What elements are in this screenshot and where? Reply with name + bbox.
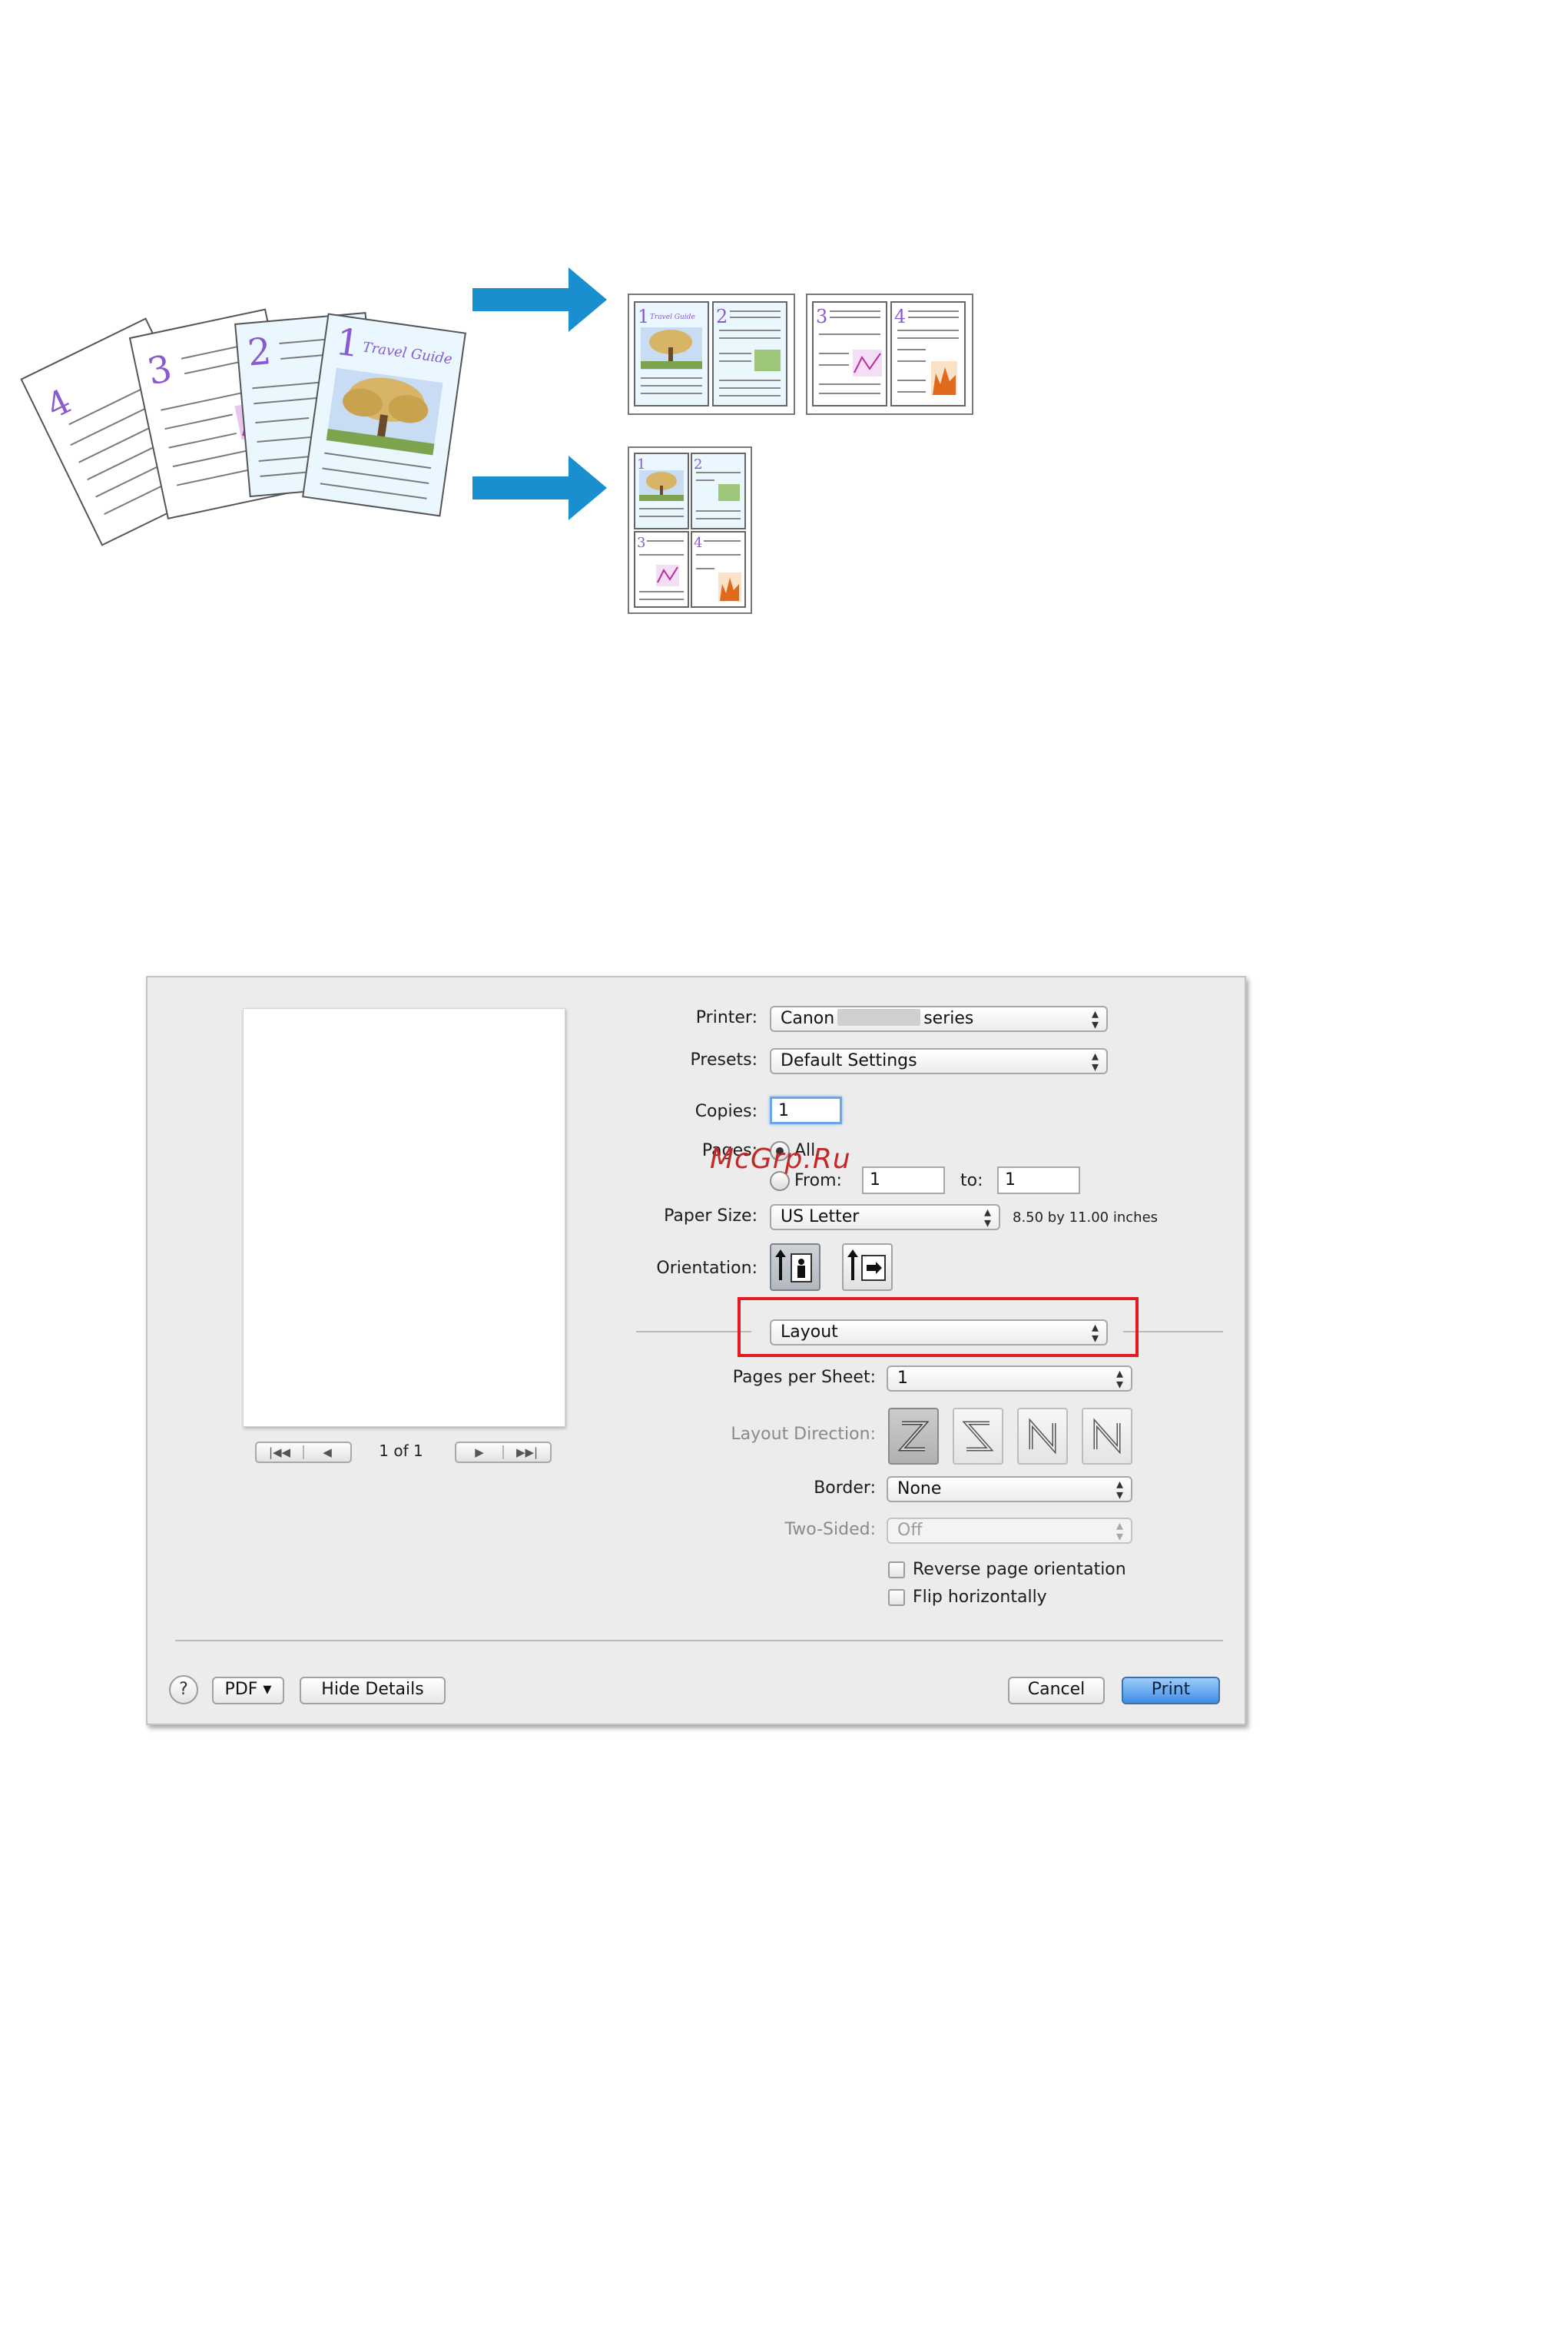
popup-arrows-icon: ▴ ▾ <box>983 1204 991 1231</box>
preview-forward-nav: ▶ ▶▶| <box>455 1442 552 1463</box>
hide-details-button[interactable]: Hide Details <box>300 1677 446 1704</box>
landscape-icon <box>847 1249 886 1281</box>
previous-page-icon[interactable]: ◀ <box>304 1445 350 1459</box>
print-button[interactable]: Print <box>1122 1677 1220 1704</box>
layout-direction-label: Layout Direction: <box>731 1425 876 1444</box>
pages-to-label: to: <box>960 1171 983 1190</box>
next-page-icon[interactable]: ▶ <box>456 1445 502 1459</box>
layout-direction-z-button[interactable] <box>888 1408 939 1465</box>
print-dialog: |◀◀ ◀ 1 of 1 ▶ ▶▶| Printer: Canon series … <box>146 976 1246 1725</box>
printer-popup[interactable]: Canon series ▴ ▾ <box>770 1006 1108 1032</box>
pages-per-sheet-popup[interactable]: 1 ▴ ▾ <box>887 1365 1132 1392</box>
border-value: None <box>897 1479 942 1498</box>
layout-illustration: 4 3 2 1 Travel Guide 1 Travel Guide 2 3 … <box>20 267 973 614</box>
source-page-1: 1 Travel Guide <box>302 313 466 517</box>
presets-popup[interactable]: Default Settings ▴ ▾ <box>770 1048 1108 1074</box>
footer-divider <box>175 1640 1223 1641</box>
popup-arrows-icon: ▴ ▾ <box>1116 1365 1123 1392</box>
watermark-text: McGrp.Ru <box>710 1143 851 1175</box>
layout-direction-s-button[interactable] <box>953 1408 1003 1465</box>
paper-size-label: Paper Size: <box>664 1206 757 1226</box>
copies-field[interactable]: 1 <box>770 1097 842 1124</box>
result-2up-sheet-1-number-a: 1 <box>638 306 649 327</box>
result-2up-sheet-1-title: Travel Guide <box>650 314 695 321</box>
result-4up-number-3: 3 <box>637 535 645 551</box>
print-preview <box>243 1008 565 1427</box>
layout-direction-n-button[interactable] <box>1082 1408 1132 1465</box>
last-page-icon[interactable]: ▶▶| <box>504 1445 550 1459</box>
s-direction-icon <box>962 1421 994 1452</box>
source-page-2-number: 2 <box>246 330 273 374</box>
help-button[interactable]: ? <box>169 1675 198 1704</box>
popup-arrows-icon: ▴ ▾ <box>1091 1006 1099 1033</box>
copies-label: Copies: <box>694 1102 757 1121</box>
pages-to-field[interactable]: 1 <box>997 1166 1080 1194</box>
presets-label: Presets: <box>690 1050 757 1070</box>
reverse-page-orientation-checkbox[interactable] <box>888 1561 905 1578</box>
n-reversed-direction-icon <box>1029 1418 1056 1455</box>
pages-per-sheet-label: Pages per Sheet: <box>732 1368 876 1387</box>
result-2up-sheet-2-number-b: 4 <box>894 306 906 327</box>
portrait-icon <box>775 1249 812 1282</box>
layout-menu-highlight <box>738 1297 1139 1357</box>
pages-per-sheet-value: 1 <box>897 1369 908 1388</box>
n-direction-icon <box>1093 1418 1121 1455</box>
printer-name-prefix: Canon <box>781 1009 835 1028</box>
result-2up-sheet-2: 3 4 <box>806 294 973 415</box>
printer-name-suffix: series <box>923 1009 974 1028</box>
cancel-button[interactable]: Cancel <box>1008 1677 1105 1704</box>
paper-dimensions: 8.50 by 11.00 inches <box>1013 1209 1159 1226</box>
printer-label: Printer: <box>695 1008 757 1027</box>
popup-arrows-icon: ▴ ▾ <box>1116 1518 1123 1545</box>
result-4up-sheet: 1 2 3 4 <box>628 446 752 614</box>
arrow-to-2up-icon <box>472 267 607 332</box>
page-indicator: 1 of 1 <box>379 1442 423 1460</box>
reverse-page-orientation-label: Reverse page orientation <box>913 1560 1126 1579</box>
popup-arrows-icon: ▴ ▾ <box>1091 1048 1099 1075</box>
arrow-to-4up-icon <box>472 456 607 520</box>
section-divider-left <box>636 1331 751 1332</box>
two-sided-label: Two-Sided: <box>784 1520 876 1539</box>
flip-horizontally-label: Flip horizontally <box>913 1588 1047 1607</box>
pdf-menu-button[interactable]: PDF ▾ <box>212 1677 284 1704</box>
result-4up-number-2: 2 <box>694 456 702 473</box>
portrait-orientation-button[interactable] <box>770 1243 820 1291</box>
z-direction-icon <box>897 1421 930 1452</box>
result-2up-sheet-1-number-b: 2 <box>716 306 728 327</box>
first-page-icon[interactable]: |◀◀ <box>257 1445 303 1459</box>
two-sided-value: Off <box>897 1521 923 1540</box>
paper-size-value: US Letter <box>781 1207 860 1226</box>
popup-arrows-icon: ▴ ▾ <box>1116 1476 1123 1503</box>
printer-model-redacted <box>837 1009 921 1026</box>
orientation-label: Orientation: <box>656 1259 757 1278</box>
result-2up-sheet-1: 1 Travel Guide 2 <box>628 294 795 415</box>
presets-value: Default Settings <box>781 1051 917 1070</box>
result-2up-sheet-2-number-a: 3 <box>816 306 827 327</box>
border-label: Border: <box>814 1478 876 1498</box>
border-popup[interactable]: None ▴ ▾ <box>887 1476 1132 1502</box>
pages-from-field[interactable]: 1 <box>862 1166 945 1194</box>
flip-horizontally-checkbox[interactable] <box>888 1589 905 1606</box>
preview-back-nav: |◀◀ ◀ <box>255 1442 352 1463</box>
layout-direction-n-reversed-button[interactable] <box>1017 1408 1068 1465</box>
result-4up-number-4: 4 <box>694 535 702 551</box>
landscape-orientation-button[interactable] <box>842 1243 893 1291</box>
two-sided-popup: Off ▴ ▾ <box>887 1518 1132 1544</box>
result-4up-number-1: 1 <box>637 456 645 473</box>
paper-size-popup[interactable]: US Letter ▴ ▾ <box>770 1204 1000 1230</box>
